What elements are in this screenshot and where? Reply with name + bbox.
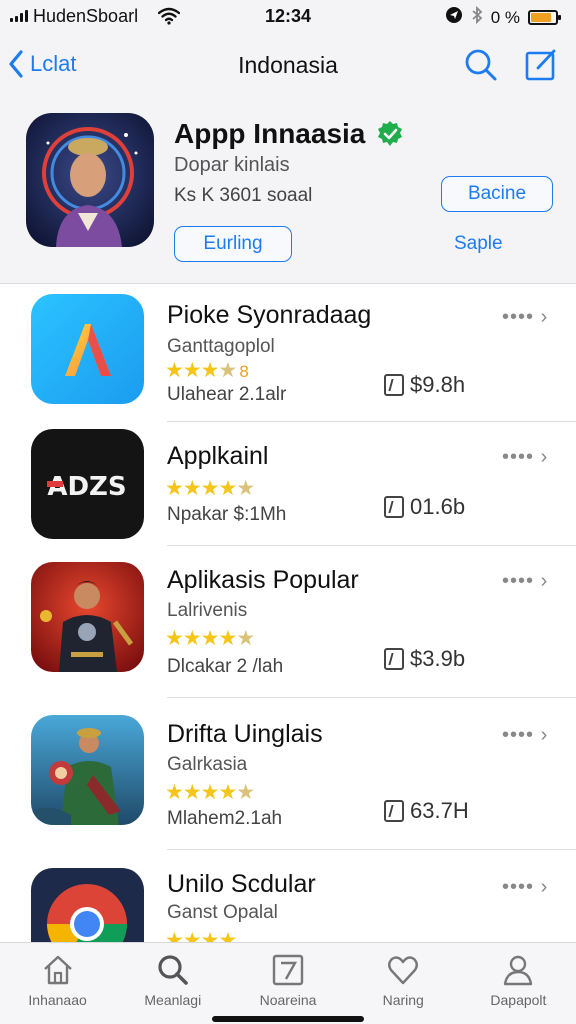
search-button[interactable] [464,48,498,87]
tab-label: Dapapolt [490,992,547,1008]
file-size-icon [384,648,404,670]
tab-compose[interactable]: Noareina [230,943,345,1024]
featured-app-title: Appp Innaasia [174,118,366,149]
featured-app-icon [26,113,154,247]
home-indicator [212,1016,364,1022]
home-icon [43,955,72,985]
featured-sample-link[interactable]: Saple [454,233,503,255]
file-size-icon [384,800,404,822]
bluetooth-icon [471,5,483,29]
verified-badge-icon [376,120,404,153]
list-item[interactable]: Aplikasis Popular Lalrivenis ★★★★★ Dlcak… [0,546,576,698]
search-icon [465,49,497,81]
chevron-left-icon [9,50,23,78]
app-category: Galrkasia [167,754,248,775]
profile-icon [504,955,533,986]
star-rating: ★★★★★ [165,627,255,650]
compose-icon [272,954,304,986]
more-options-button[interactable]: •••• › [502,446,548,469]
navigation-bar: Lclat Indonasia [0,34,576,98]
tab-home[interactable]: Inhanaao [0,943,115,1024]
star-rating: ★★★★★ [165,781,255,804]
app-meta: Npakar $:1Mh [167,504,287,525]
app-name: Pioke Syonradaag [167,301,372,329]
more-options-button[interactable]: •••• › [502,570,548,593]
app-icon: ADZS [31,429,144,539]
file-size-icon [384,496,404,518]
app-icon [31,562,144,672]
tab-label: Inhanaao [28,992,87,1008]
battery-icon [528,10,561,25]
tab-search[interactable]: Meanlagi [115,943,230,1024]
app-category: Ganst Opalal [167,902,278,923]
featured-app-card[interactable]: Appp Innaasia Dopar kinlais Ks K 3601 so… [0,98,576,284]
app-meta: Ulahear 2.1alr [167,384,287,405]
tab-profile[interactable]: Dapapolt [461,943,576,1024]
app-name: Drifta Uinglais [167,720,323,748]
battery-percent: 0 % [490,7,520,27]
app-size: $3.9b [384,646,465,672]
star-rating: ★★★★ 8 [165,359,249,382]
list-item[interactable]: ADZS Applkainl ★★★★★ Npakar $:1Mh 01.6b … [0,422,576,546]
app-icon [31,294,144,404]
app-name: Aplikasis Popular [167,566,359,594]
featured-get-button[interactable]: Bacine [441,176,553,212]
featured-app-subtitle: Dopar kinlais [174,154,290,176]
app-category: Ganttagoplol [167,336,275,357]
back-button[interactable]: Lclat [8,50,76,78]
featured-secondary-button[interactable]: Eurling [174,226,292,262]
tab-label: Naring [382,992,424,1008]
list-item[interactable]: Pioke Syonradaag Ganttagoplol ★★★★ 8 Ulah… [0,284,576,422]
app-name: Applkainl [167,442,269,470]
more-options-button[interactable]: •••• › [502,306,548,329]
file-size-icon [384,374,404,396]
compose-button[interactable] [524,48,558,87]
tab-bar: Inhanaao Meanlagi Noareina Naring Dapapo… [0,942,576,1024]
app-size: 01.6b [384,494,465,520]
tab-label: Noareina [259,992,317,1008]
heart-icon [388,956,419,985]
list-item[interactable]: Unilo Scdular Ganst Opalal ★★★★ •••• › [0,850,576,942]
app-category: Lalrivenis [167,600,248,621]
tab-label: Meanlagi [144,992,202,1008]
list-item[interactable]: Drifta Uinglais Galrkasia ★★★★★ Mlahem2.… [0,698,576,850]
app-icon [31,715,144,825]
app-size: 63.7H [384,798,469,824]
app-size: $9.8h [384,372,465,398]
more-options-button[interactable]: •••• › [502,876,548,899]
status-bar: HudenSboarl 12:34 0 % [0,0,576,34]
more-options-button[interactable]: •••• › [502,724,548,747]
app-icon [31,868,144,942]
app-meta: Mlahem2.1ah [167,808,283,829]
location-icon [445,6,463,29]
back-label: Lclat [30,51,77,76]
featured-app-meta: Ks K 3601 soaal [174,185,313,206]
star-rating: ★★★★ [165,929,237,942]
star-rating: ★★★★★ [165,477,255,500]
compose-icon [525,49,556,81]
app-meta: Dlcakar 2 /lah [167,656,284,677]
tab-favorites[interactable]: Naring [346,943,461,1024]
app-name: Unilo Scdular [167,870,316,898]
search-icon [158,955,188,985]
